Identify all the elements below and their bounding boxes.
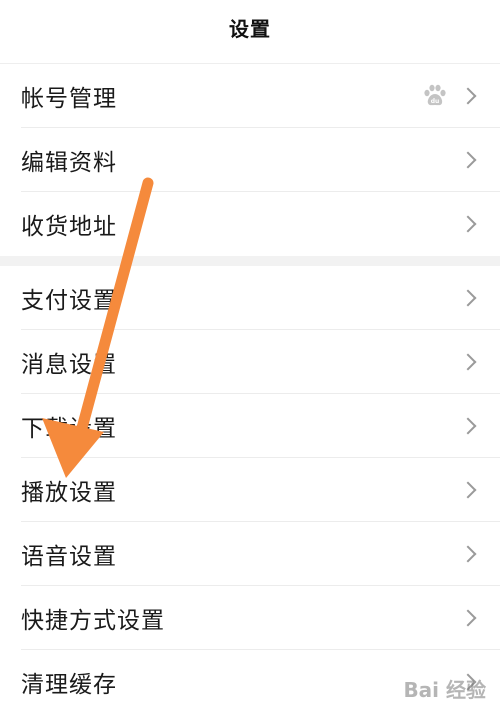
settings-item-label: 快捷方式设置 (21, 608, 165, 634)
settings-section-general: 支付设置 消息设置 下载设置 播放设置 语音设置 快捷方式设置 清理缓存 (0, 266, 500, 714)
settings-item-label: 下载设置 (21, 416, 117, 442)
settings-item-playback[interactable]: 播放设置 (0, 458, 500, 522)
chevron-right-icon (459, 673, 477, 691)
chevron-right-icon (459, 353, 477, 371)
settings-item-clear-cache[interactable]: 清理缓存 (0, 650, 500, 714)
settings-item-label: 语音设置 (21, 544, 117, 570)
row-right (459, 673, 478, 691)
page-title: 设置 (229, 17, 271, 41)
row-right: du (422, 84, 478, 108)
chevron-right-icon (459, 151, 477, 169)
row-right (459, 609, 478, 627)
settings-item-label: 清理缓存 (21, 672, 117, 698)
chevron-right-icon (459, 289, 477, 307)
row-right (459, 417, 478, 435)
settings-item-shortcuts[interactable]: 快捷方式设置 (0, 586, 500, 650)
settings-section-account: 帐号管理 du 编辑资料 收货地址 (0, 64, 500, 256)
settings-item-label: 收货地址 (21, 214, 117, 240)
settings-item-voice[interactable]: 语音设置 (0, 522, 500, 586)
settings-item-label: 帐号管理 (21, 86, 117, 112)
chevron-right-icon (459, 609, 477, 627)
section-divider (0, 256, 500, 266)
svg-text:du: du (431, 98, 440, 105)
row-right (459, 481, 478, 499)
settings-item-edit-profile[interactable]: 编辑资料 (0, 128, 500, 192)
row-right (459, 215, 478, 233)
settings-item-payment[interactable]: 支付设置 (0, 266, 500, 330)
top-bar: 设置 (0, 0, 500, 64)
settings-page: 设置 帐号管理 du 编辑资料 收货地址 支付设置 消息设置 下载设置 播放设置… (0, 0, 500, 717)
settings-item-label: 支付设置 (21, 288, 117, 314)
settings-item-label: 编辑资料 (21, 150, 117, 176)
chevron-right-icon (459, 87, 477, 105)
row-right (459, 353, 478, 371)
row-right (459, 289, 478, 307)
settings-item-download[interactable]: 下载设置 (0, 394, 500, 458)
chevron-right-icon (459, 215, 477, 233)
chevron-right-icon (459, 417, 477, 435)
row-right (459, 545, 478, 563)
chevron-right-icon (459, 481, 477, 499)
settings-item-shipping-address[interactable]: 收货地址 (0, 192, 500, 256)
settings-item-label: 消息设置 (21, 352, 117, 378)
baidu-paw-icon: du (422, 84, 448, 108)
settings-item-label: 播放设置 (21, 480, 117, 506)
settings-item-notifications[interactable]: 消息设置 (0, 330, 500, 394)
settings-item-account-management[interactable]: 帐号管理 du (0, 64, 500, 128)
row-right (459, 151, 478, 169)
chevron-right-icon (459, 545, 477, 563)
